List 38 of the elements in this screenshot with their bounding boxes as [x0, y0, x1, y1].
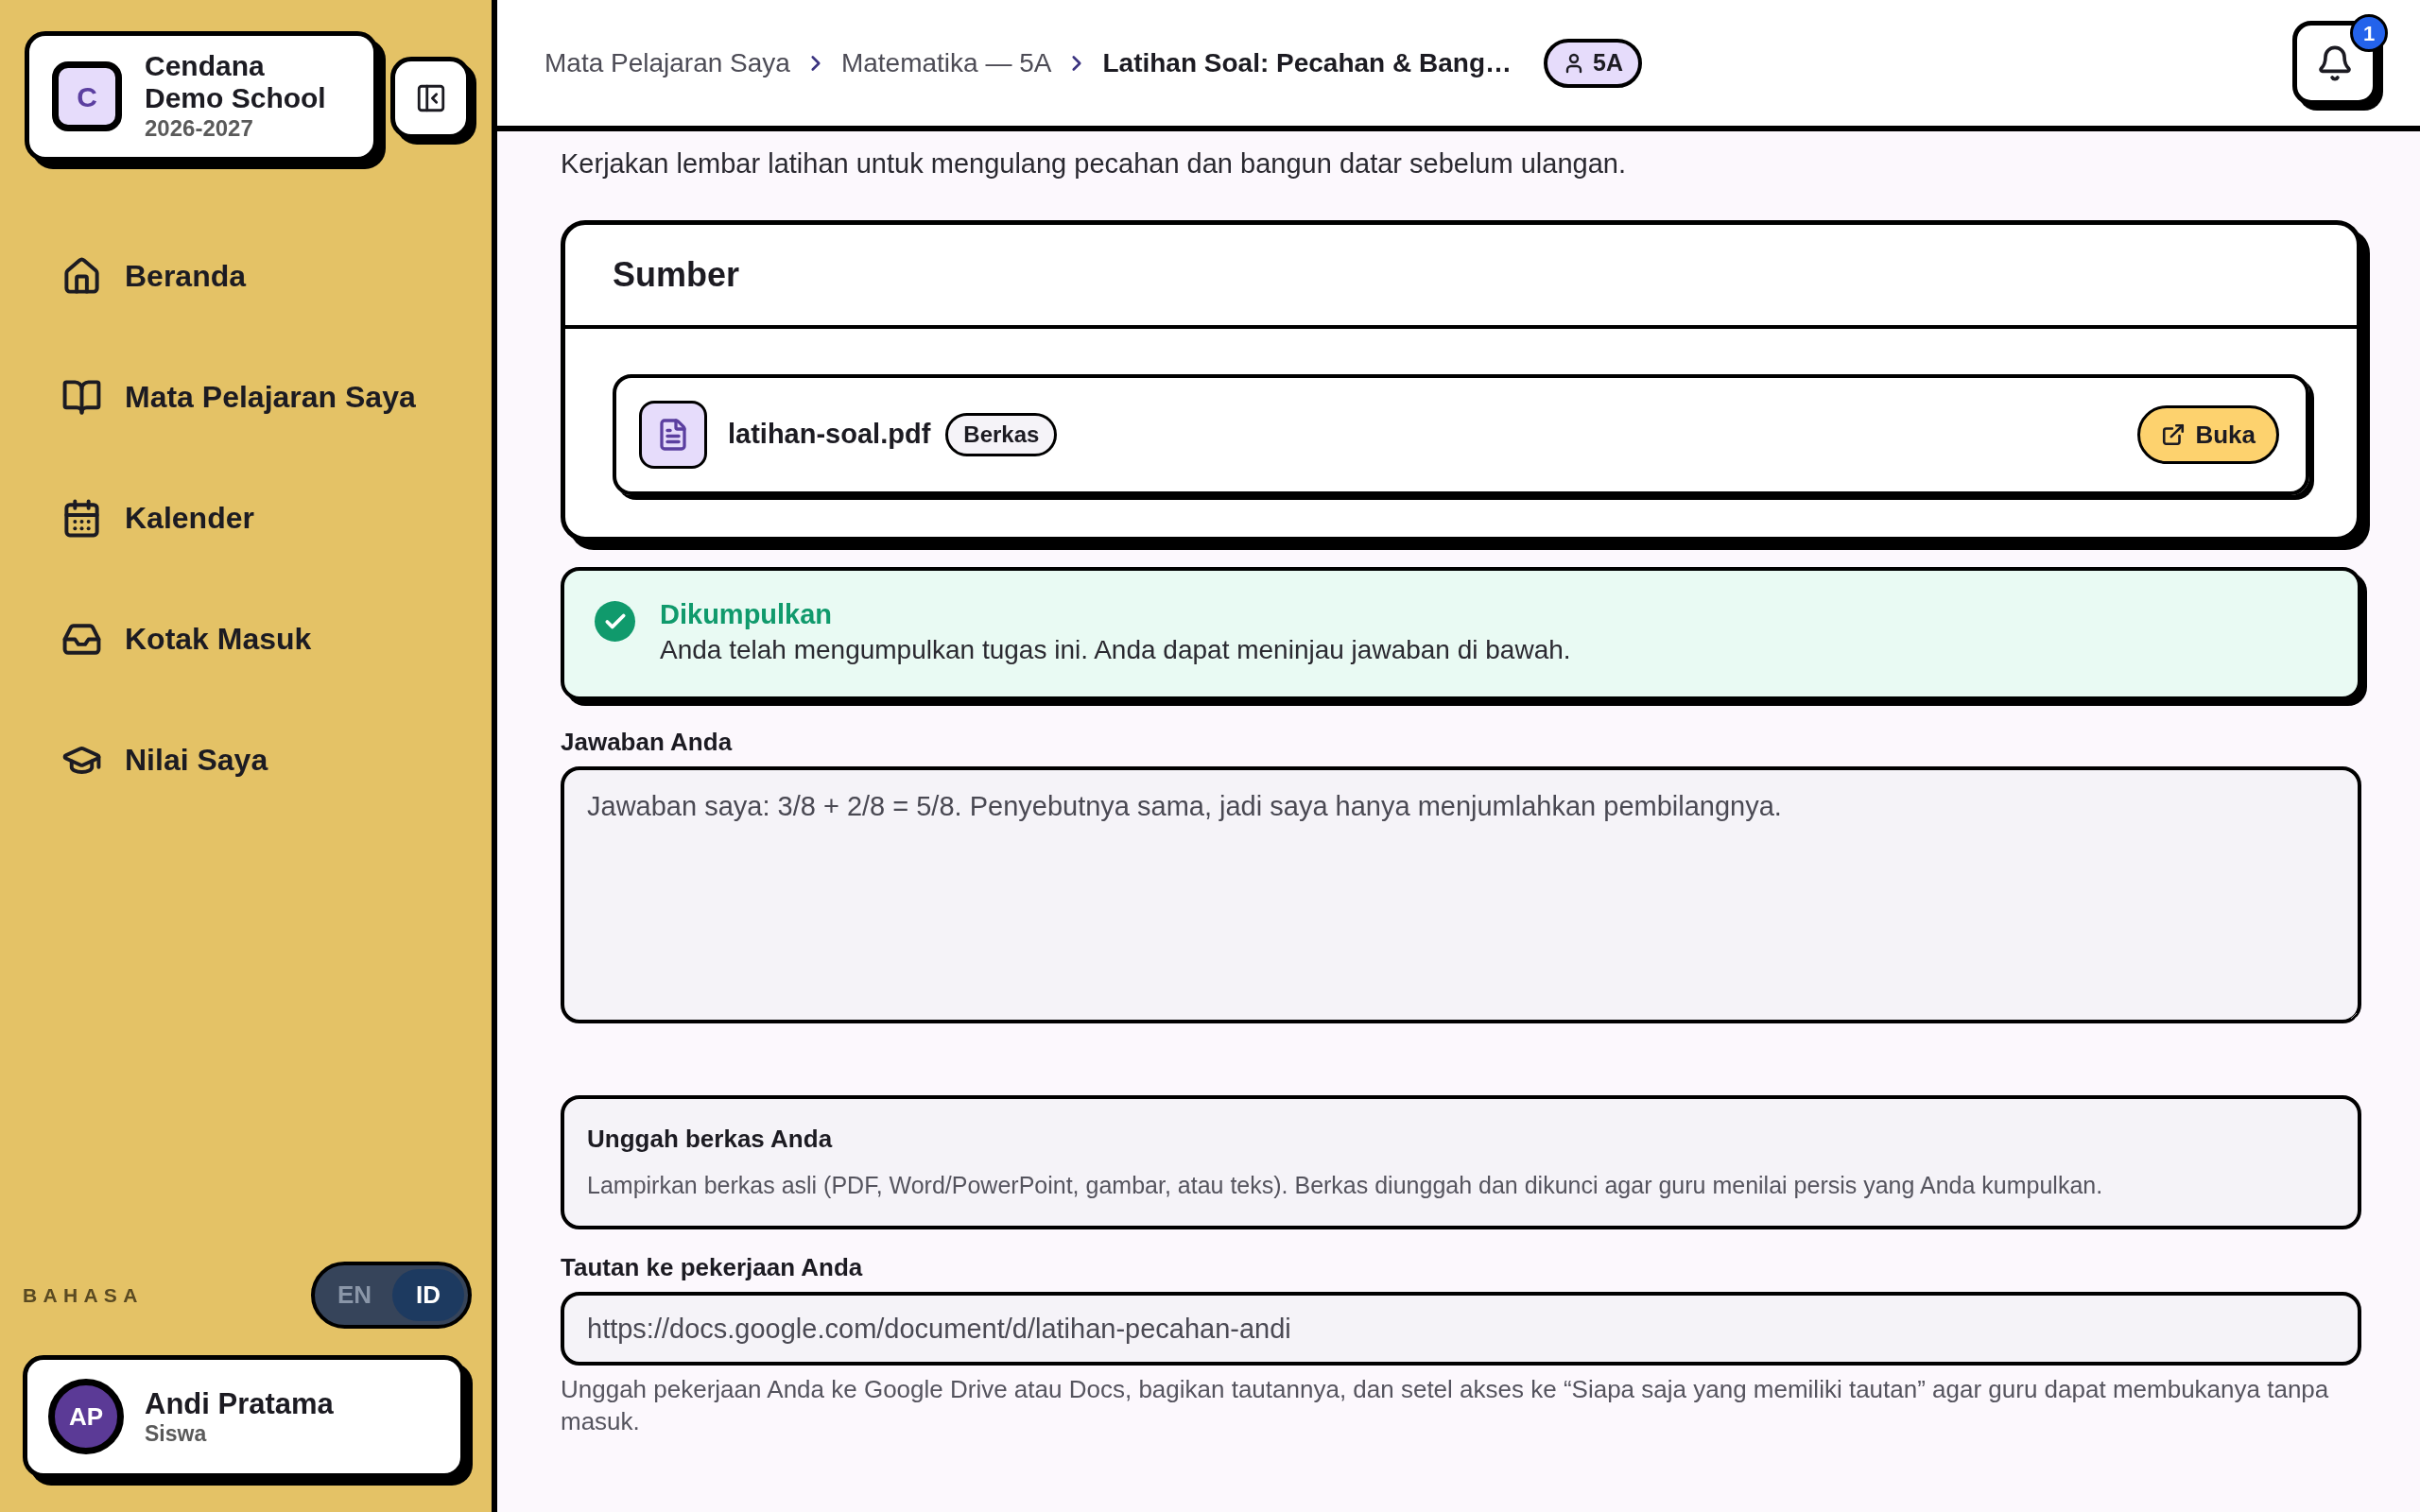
nav-item[interactable]: Beranda: [61, 248, 247, 304]
school-year: 2026-2027: [145, 114, 254, 143]
link-help-text: Unggah pekerjaan Anda ke Google Drive atau Docs, bagikan tautannya, dan setel akses ke “Siapa saja yang memiliki tautan” agar guru dapat membukanya tanpa masuk.: [561, 1374, 2330, 1437]
breadcrumb-link[interactable]: Matematika — 5A: [840, 43, 1052, 83]
school-logo: C: [52, 61, 122, 131]
language-option[interactable]: ID: [392, 1269, 464, 1321]
breadcrumb-link[interactable]: Latihan Soal: Pecahan & Bang…: [1102, 43, 1512, 83]
external-link-icon: [2161, 422, 2187, 447]
document-icon: [639, 401, 707, 469]
nav-item[interactable]: Nilai Saya: [61, 731, 268, 788]
upload-description: Lampirkan berkas asli (PDF, Word/PowerPoint, gambar, atau teks). Berkas diunggah dan dikunci agar guru menilai persis yang Anda kumpulkan.: [587, 1171, 2104, 1199]
breadcrumb-link[interactable]: Mata Pelajaran Saya: [544, 43, 790, 83]
notification-count: 1: [2350, 14, 2388, 52]
user-avatar: AP: [48, 1379, 124, 1454]
link-field[interactable]: https://docs.google.com/document/d/latihan-pecahan-andi: [561, 1292, 2361, 1366]
assignment-description: Kerjakan lembar latihan untuk mengulang pecahan dan bangun datar sebelum ulangan.: [561, 147, 1627, 180]
link-label: Tautan ke pekerjaan Anda: [561, 1252, 864, 1282]
user-role: Siswa: [145, 1421, 208, 1446]
answer-field[interactable]: Jawaban saya: 3/8 + 2/8 = 5/8. Penyebutnya sama, jadi saya hanya menjumlahkan pembilangnya.: [561, 766, 2361, 1023]
class-label: 5A: [1593, 47, 1623, 77]
calendar-icon: [61, 497, 102, 539]
school-name: Cendana Demo School: [145, 50, 327, 114]
house-icon: [61, 255, 102, 297]
file-type-tag: Berkas: [945, 413, 1058, 456]
status-message: Anda telah mengumpulkan tugas ini. Anda dapat meninjau jawaban di bawah.: [660, 634, 1571, 666]
nav-item[interactable]: Mata Pelajaran Saya: [61, 369, 416, 425]
file-name: latihan-soal.pdf: [728, 418, 931, 452]
bell-icon: [2316, 43, 2354, 82]
status-title: Dikumpulkan: [660, 598, 834, 631]
language-label: BAHASA: [23, 1282, 144, 1308]
answer-label: Jawaban Anda: [561, 727, 734, 757]
open-file-button[interactable]: Buka: [2137, 405, 2279, 464]
upload-box[interactable]: Unggah berkas Anda Lampirkan berkas asli (PDF, Word/PowerPoint, gambar, atau teks). Berkas diunggah dan dikunci agar guru menilai persis yang Anda kumpulkan.: [561, 1095, 2361, 1229]
nav-item[interactable]: Kotak Masuk: [61, 610, 312, 667]
user-name: Andi Pratama: [145, 1387, 334, 1421]
resources-title: Sumber: [613, 254, 740, 296]
nav-item[interactable]: Kalender: [61, 490, 254, 546]
upload-title: Unggah berkas Anda: [587, 1124, 834, 1154]
